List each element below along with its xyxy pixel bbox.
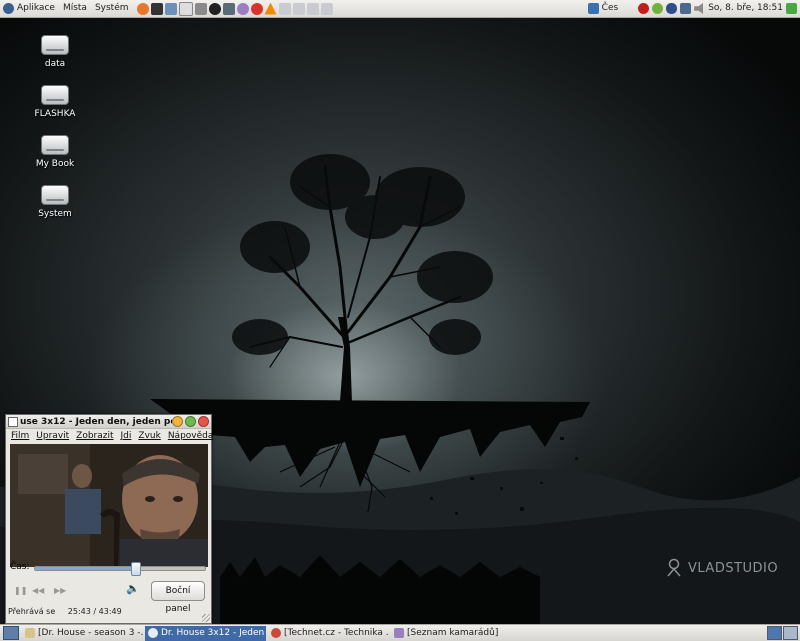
terminal-icon[interactable]	[150, 2, 163, 15]
firefox-icon[interactable]	[136, 2, 149, 15]
totem-icon	[148, 628, 158, 638]
resize-grip[interactable]	[202, 614, 210, 622]
taskbar-item[interactable]: [Seznam kamarádů]	[391, 626, 512, 641]
seek-handle[interactable]	[131, 562, 142, 576]
desktop-icon-data[interactable]: data	[25, 35, 85, 69]
browser-icon	[271, 628, 281, 638]
menu-edit[interactable]: Upravit	[36, 431, 69, 441]
text-editor-icon[interactable]	[178, 1, 193, 16]
wallpaper-watermark: VLADSTUDIO	[666, 558, 778, 578]
menu-places[interactable]: Místa	[60, 0, 92, 17]
window-titlebar[interactable]: use 3x12 - Jeden den, jeden pok	[6, 415, 211, 429]
taskbar-item-label: Dr. House 3x12 - Jeden ...	[161, 627, 266, 638]
workspace-switcher[interactable]	[767, 626, 798, 640]
drive-icon	[41, 135, 69, 155]
desktop-icon-label: System	[38, 209, 72, 219]
window-menu-icon[interactable]	[8, 416, 18, 427]
display-icon[interactable]	[680, 3, 692, 14]
time-label: Čas:	[10, 562, 30, 572]
taskbar-item[interactable]: [Technet.cz - Technika ...	[268, 626, 389, 641]
menu-help[interactable]: Nápověda	[168, 431, 214, 441]
recycle-icon[interactable]	[786, 3, 797, 14]
drive-icon	[41, 85, 69, 105]
clock[interactable]: So, 8. bře, 18:51	[708, 0, 783, 17]
launcher-bar	[136, 1, 333, 16]
desktop-icon-label: My Book	[35, 159, 75, 169]
menu-view[interactable]: Zobrazit	[76, 431, 113, 441]
pidgin-icon	[394, 628, 404, 638]
gnome-foot-icon	[3, 3, 14, 14]
volume-icon[interactable]: 🔈	[126, 583, 140, 595]
menu-go[interactable]: Jdi	[121, 431, 132, 441]
top-panel: Aplikace Místa Systém Čes So, 8. bře, 18…	[0, 0, 800, 18]
bottom-panel: [Dr. House - season 3 -... Dr. House 3x1…	[0, 624, 800, 641]
desktop-icon-label: data	[44, 59, 66, 69]
playback-time: 25:43 / 43:49	[67, 607, 122, 616]
minimize-button[interactable]	[172, 416, 183, 427]
taskbar-item-label: [Seznam kamarádů]	[407, 627, 499, 638]
seek-progress	[35, 567, 136, 570]
search-icon[interactable]	[236, 2, 249, 15]
sidebar-button[interactable]: Boční panel	[151, 581, 205, 614]
player-menubar: Film Upravit Zobrazit Jdi Zvuk Nápověda	[6, 429, 214, 443]
network-icon[interactable]	[278, 2, 291, 15]
status-bar: Přehrává se 25:43 / 43:49	[8, 607, 122, 616]
volume-icon[interactable]	[694, 3, 703, 14]
bluetooth-icon[interactable]	[666, 3, 678, 14]
linux-icon[interactable]	[208, 2, 221, 15]
menu-applications-label: Aplikace	[17, 3, 55, 13]
files-icon[interactable]	[164, 2, 177, 15]
network-icon[interactable]	[292, 2, 305, 15]
workspace-2[interactable]	[783, 626, 798, 640]
network-icon[interactable]	[306, 2, 319, 15]
pause-icon[interactable]: ❚❚	[14, 586, 27, 595]
redhat-icon[interactable]	[638, 3, 650, 14]
close-button[interactable]	[198, 416, 209, 427]
keyboard-layout[interactable]: Čes	[602, 0, 619, 17]
window-title: use 3x12 - Jeden den, jeden pok	[20, 416, 172, 427]
desktop-icon-system[interactable]: System	[25, 185, 85, 219]
desktop-icon-my-book[interactable]: My Book	[25, 135, 85, 169]
next-icon[interactable]: ▶▶	[54, 586, 66, 595]
network-icon[interactable]	[320, 2, 333, 15]
desktop-icon-label: FLASHKA	[34, 109, 76, 119]
taskbar-item-active[interactable]: Dr. House 3x12 - Jeden ...	[145, 625, 266, 641]
menu-sound[interactable]: Zvuk	[138, 431, 160, 441]
drive-icon	[41, 185, 69, 205]
watermark-text: VLADSTUDIO	[688, 560, 779, 576]
taskbar-item-label: [Dr. House - season 3 -...	[38, 627, 143, 638]
show-desktop-button[interactable]	[3, 626, 19, 640]
menu-applications[interactable]: Aplikace	[0, 0, 60, 17]
taskbar-item-label: [Technet.cz - Technika ...	[284, 627, 389, 638]
vladstudio-logo-icon	[667, 558, 681, 577]
keyboard-layout-icon	[587, 3, 599, 14]
video-area[interactable]	[10, 444, 208, 567]
workspace-1[interactable]	[767, 626, 782, 640]
calculator-icon[interactable]	[194, 2, 207, 15]
desktop-icon-flashka[interactable]: FLASHKA	[25, 85, 85, 119]
update-icon[interactable]	[652, 3, 664, 14]
menu-film[interactable]: Film	[11, 431, 29, 441]
monitor-icon[interactable]	[222, 2, 235, 15]
previous-icon[interactable]: ◀◀	[32, 586, 44, 595]
drive-icon	[41, 35, 69, 55]
video-frame	[10, 444, 208, 567]
menu-system[interactable]: Systém	[92, 0, 134, 17]
seek-slider[interactable]	[34, 562, 206, 576]
taskbar-item[interactable]: [Dr. House - season 3 -...	[22, 626, 143, 641]
apple-icon[interactable]	[250, 2, 263, 15]
system-tray: Čes So, 8. bře, 18:51	[587, 0, 800, 17]
maximize-button[interactable]	[185, 416, 196, 427]
video-player-window: use 3x12 - Jeden den, jeden pok Film Upr…	[5, 414, 214, 624]
folder-icon	[25, 628, 35, 638]
vlc-icon[interactable]	[264, 2, 277, 15]
playback-status: Přehrává se	[8, 607, 56, 616]
